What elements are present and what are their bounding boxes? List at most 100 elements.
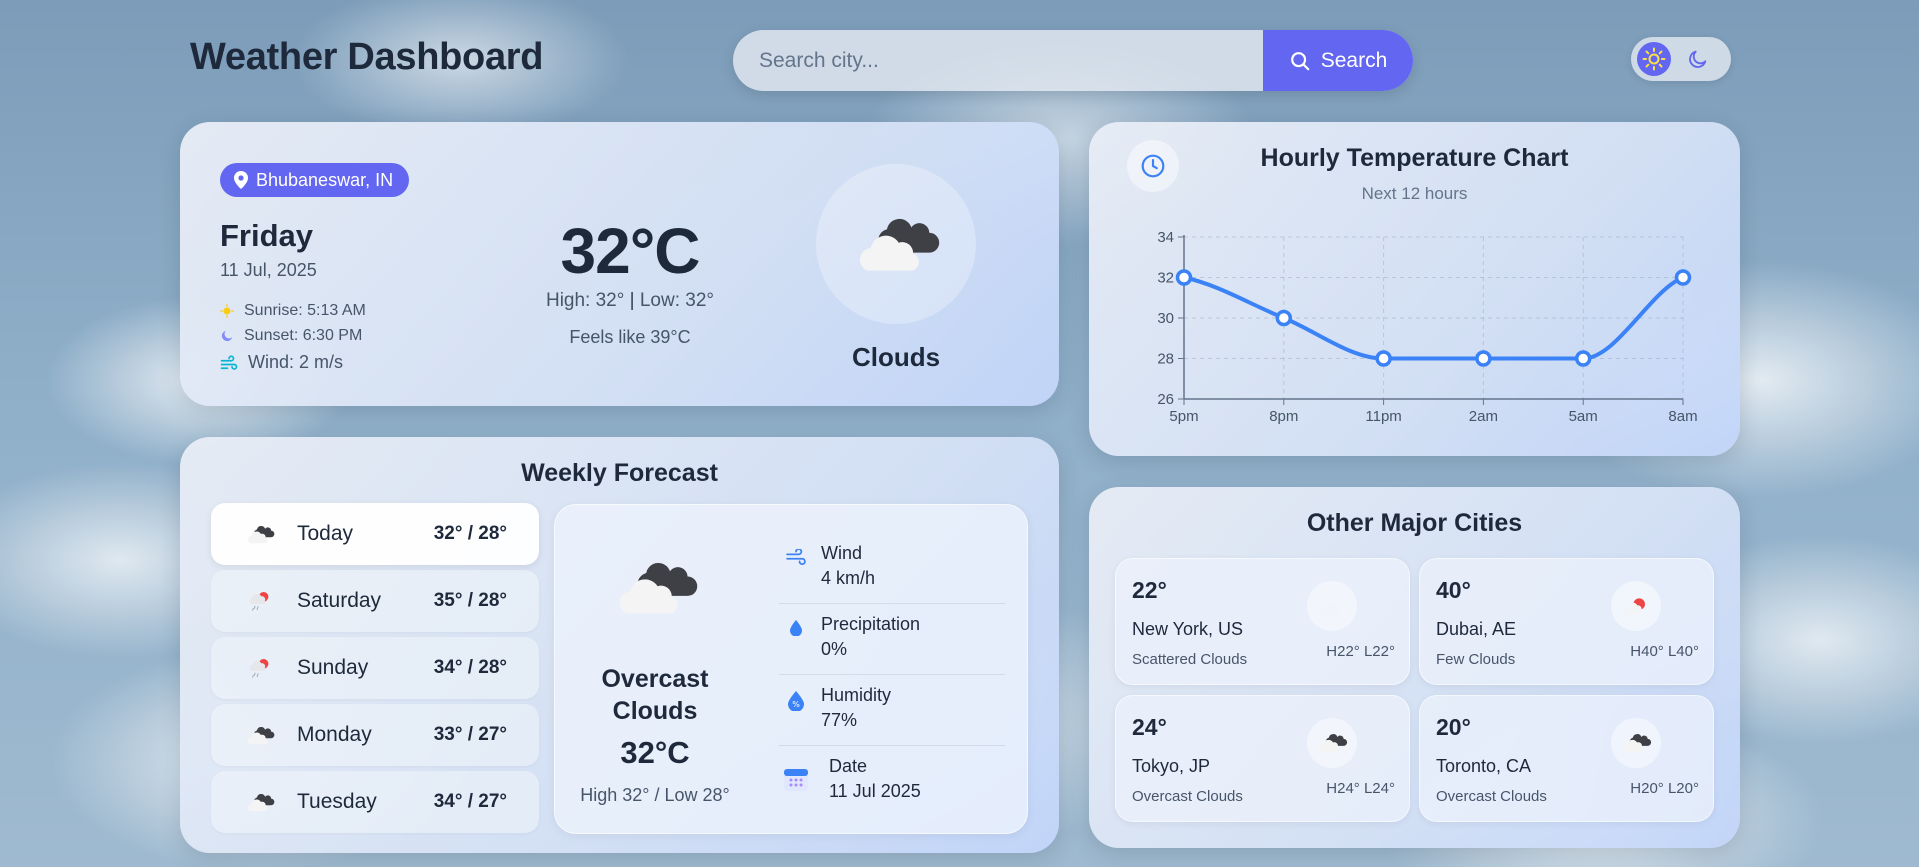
y-tick-label: 28	[1157, 351, 1174, 368]
forecast-day-name: Monday	[297, 723, 372, 746]
current-low: Low: 32°	[639, 290, 715, 311]
sunrise-icon	[220, 304, 234, 318]
x-tick-label: 5am	[1569, 408, 1598, 425]
stat-humidity-label: Humidity	[821, 685, 892, 705]
search-button[interactable]: Search	[1263, 30, 1413, 91]
search-button-label: Search	[1320, 48, 1388, 72]
stat-wind-label: Wind	[821, 543, 863, 563]
forecast-day-temps: 35° / 28°	[433, 590, 507, 611]
x-tick-label: 8pm	[1269, 408, 1298, 425]
x-tick-label: 11pm	[1365, 408, 1401, 425]
city-condition: Scattered Clouds	[1132, 651, 1248, 668]
city-temp: 22°	[1132, 577, 1167, 603]
current-condition: Clouds	[851, 342, 941, 372]
city-condition: Few Clouds	[1436, 651, 1516, 668]
moon-icon	[1689, 50, 1707, 68]
other-cities-card: Other Major Cities 22° New York, US Scat…	[1089, 487, 1740, 848]
city-name: Tokyo, JP	[1132, 756, 1211, 776]
city-high-low: H20° L20°	[1630, 780, 1699, 797]
city-tile[interactable]: 22° New York, US Scattered Clouds H22° L…	[1115, 558, 1410, 685]
current-weather-card: Bhubaneswar, IN Friday 11 Jul, 2025 Sunr…	[180, 122, 1059, 406]
data-point	[1175, 269, 1193, 286]
y-tick-label: 26	[1157, 391, 1174, 408]
current-temperature: 32°C	[560, 215, 701, 287]
forecast-day-temps: 33° / 27°	[433, 724, 507, 745]
sunset-text: Sunset: 6:30 PM	[244, 327, 363, 344]
cloud-icon	[1316, 732, 1348, 754]
city-high-low: H40° L40°	[1630, 643, 1699, 660]
feels-like: Feels like 39°C	[569, 327, 691, 347]
stat-date: Date 11 Jul 2025	[779, 746, 1005, 817]
search-bar: Search	[733, 30, 1413, 91]
forecast-day-row[interactable]: Monday 33° / 27°	[211, 704, 539, 766]
wind-row: Wind: 2 m/s	[220, 352, 343, 373]
hourly-chart-card: 26 28 30 32 34 5pm 8pm 11pm 2am 5am 8am Hourly Tem…	[1089, 122, 1740, 456]
forecast-day-row[interactable]: Tuesday 34° / 27°	[211, 771, 539, 833]
wind-icon	[220, 354, 238, 370]
cloud-icon	[245, 725, 275, 746]
location-name: Bhubaneswar, IN	[256, 169, 394, 190]
sunset-row: Sunset: 6:30 PM	[220, 327, 362, 345]
forecast-day-name: Saturday	[297, 589, 382, 612]
humidity-icon: %	[788, 691, 804, 711]
current-high: High: 32°	[545, 290, 625, 311]
city-condition: Overcast Clouds	[1436, 788, 1547, 805]
stat-precip-label: Precipitation	[821, 614, 921, 634]
stat-precipitation: Precipitation 0%	[779, 604, 1005, 675]
stat-precip-value: 0%	[821, 639, 848, 659]
rain-icon	[245, 589, 275, 613]
x-tick-label: 5pm	[1169, 408, 1198, 425]
cloud-icon	[245, 524, 275, 545]
location-pin-icon	[234, 171, 248, 189]
data-point	[1574, 350, 1592, 367]
chart-subtitle: Next 12 hours	[1361, 184, 1468, 203]
city-tile[interactable]: 20° Toronto, CA Overcast Clouds H20° L20…	[1419, 695, 1714, 822]
light-mode-button[interactable]	[1637, 42, 1671, 76]
stat-humidity-value: 77%	[821, 710, 858, 730]
forecast-day-row[interactable]: Saturday 35° / 28°	[211, 570, 539, 632]
wind-icon	[786, 549, 806, 565]
cloud-icon	[851, 213, 941, 276]
cloud-icon	[1319, 602, 1340, 616]
y-tick-label: 30	[1157, 310, 1174, 327]
y-tick-label: 34	[1157, 229, 1174, 246]
calendar-icon	[784, 769, 808, 791]
x-tick-label: 2am	[1469, 408, 1498, 425]
forecast-day-temps: 34° / 28°	[433, 657, 507, 678]
data-point	[1674, 269, 1692, 286]
city-name: New York, US	[1132, 619, 1244, 639]
cloud-icon	[245, 792, 275, 813]
droplet-icon	[790, 620, 802, 636]
stat-wind: Wind 4 km/h	[779, 533, 1005, 604]
current-day: Friday	[220, 218, 314, 253]
weekly-forecast-title: Weekly Forecast	[521, 459, 718, 487]
current-weather-icon-circle	[816, 164, 976, 324]
dark-mode-button[interactable]	[1681, 42, 1715, 76]
forecast-day-row[interactable]: Today 32° / 28°	[211, 503, 539, 565]
city-high-low: H24° L24°	[1326, 780, 1395, 797]
city-high-low: H22° L22°	[1326, 643, 1395, 660]
detail-condition: Overcast Clouds	[555, 663, 755, 727]
sun-icon	[1642, 47, 1666, 71]
detail-condition-line1: Overcast	[601, 665, 709, 693]
city-condition: Overcast Clouds	[1132, 788, 1243, 805]
other-cities-title: Other Major Cities	[1306, 509, 1523, 537]
current-date: 11 Jul, 2025	[220, 260, 317, 280]
stat-wind-value: 4 km/h	[821, 568, 876, 588]
search-input[interactable]	[733, 30, 1263, 91]
city-temp: 40°	[1436, 577, 1471, 603]
forecast-day-row[interactable]: Sunday 34° / 28°	[211, 637, 539, 699]
cloud-icon	[1620, 732, 1652, 754]
data-point	[1275, 309, 1293, 327]
detail-stat-list: Wind 4 km/h Precipitation 0% % Humidity …	[779, 533, 1005, 817]
wind-text: Wind: 2 m/s	[248, 352, 344, 372]
city-temp: 24°	[1132, 714, 1167, 740]
forecast-day-list: Today 32° / 28° Saturday 35° / 28° Sunda…	[211, 503, 539, 838]
forecast-day-name: Today	[297, 522, 354, 545]
city-tile[interactable]: 24° Tokyo, JP Overcast Clouds H24° L24°	[1115, 695, 1410, 822]
city-tile[interactable]: 40° Dubai, AE Few Clouds H40° L40°	[1419, 558, 1714, 685]
detail-condition-line2: Clouds	[612, 697, 698, 725]
forecast-detail-panel: Overcast Clouds 32°C High 32° / Low 28° …	[554, 504, 1028, 834]
current-high-low: High: 32° | Low: 32°	[545, 290, 715, 311]
data-point	[1375, 350, 1392, 367]
